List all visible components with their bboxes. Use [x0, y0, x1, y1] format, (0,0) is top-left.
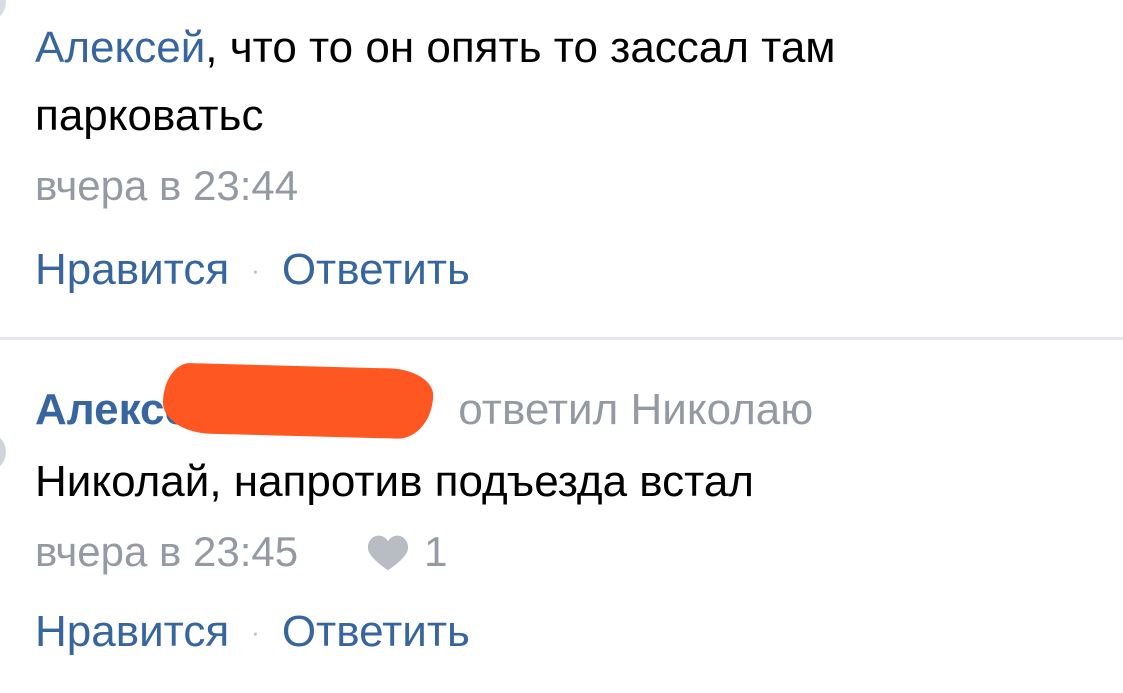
- timestamp: вчера в 23:44: [35, 162, 299, 209]
- comment-item: Алексей, что то он опять то зассал там п…: [35, 14, 1123, 300]
- comment-text: Алексей, что то он опять то зассал там п…: [35, 14, 1055, 150]
- comment-text: Николай, напротив подъезда встал: [35, 457, 754, 506]
- like-button[interactable]: Нравится: [35, 240, 229, 300]
- avatar[interactable]: [0, 0, 6, 22]
- timestamp: вчера в 23:45: [35, 528, 299, 575]
- comment-meta: вчера в 23:45 1: [35, 522, 1123, 582]
- reply-button[interactable]: Ответить: [282, 602, 470, 662]
- heart-icon: [368, 535, 409, 571]
- avatar[interactable]: [0, 432, 6, 472]
- separator-dot: ·: [251, 617, 260, 647]
- like-indicator[interactable]: 1: [366, 522, 448, 582]
- comment-meta: вчера в 23:44: [35, 156, 1123, 216]
- reply-button[interactable]: Ответить: [282, 240, 470, 300]
- divider: [0, 337, 1123, 340]
- author-line: Алексей ответил Николаю: [35, 362, 1123, 440]
- comment-actions: Нравится · Ответить: [35, 602, 1123, 662]
- separator-dot: ·: [251, 255, 260, 285]
- comment-actions: Нравится · Ответить: [35, 240, 1123, 300]
- comment-item: Алексей ответил Николаю Николай, напроти…: [35, 362, 1123, 662]
- redaction-mark: [162, 362, 434, 440]
- mention-link[interactable]: Алексей: [35, 23, 205, 72]
- like-count: 1: [424, 528, 448, 575]
- replied-to-link[interactable]: ответил Николаю: [458, 385, 813, 434]
- like-button[interactable]: Нравится: [35, 602, 229, 662]
